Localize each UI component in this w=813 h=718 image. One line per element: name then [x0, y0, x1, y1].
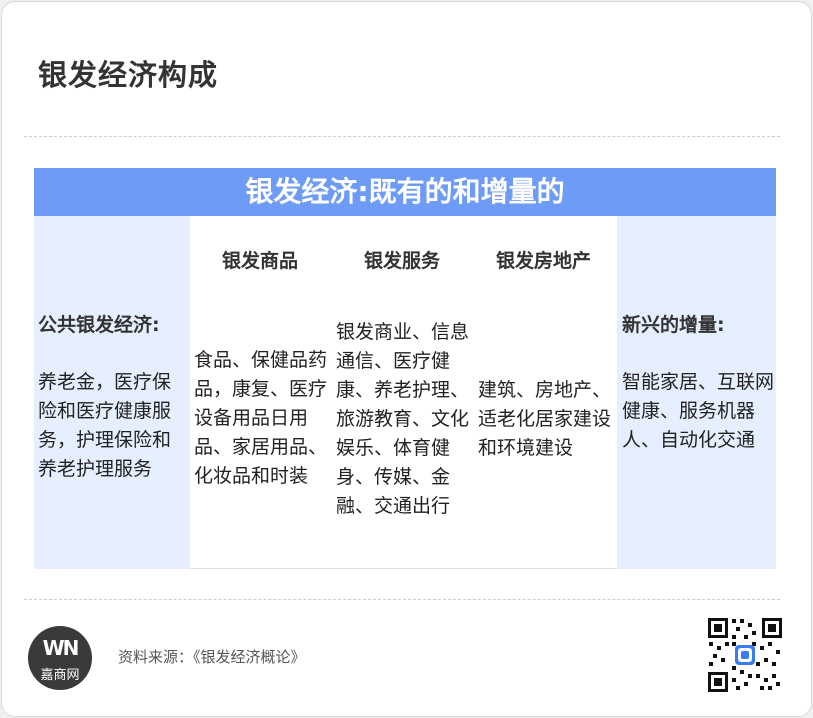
column-heading: 公共银发经济:: [38, 314, 160, 336]
top-divider: [24, 136, 780, 137]
bottom-divider: [24, 599, 780, 600]
column-body: 银发商业、信息通信、医疗健康、养老护理、旅游教育、文化娱乐、体育健身、传媒、金融…: [336, 321, 470, 517]
logo-text: 嘉商网: [40, 668, 80, 683]
column-body: 养老金，医疗保险和医疗健康服务，护理保险和养老护理服务: [38, 371, 172, 480]
page-title: 银发经济构成: [38, 58, 219, 92]
column-body: 建筑、房地产、适老化居家建设和环境建设: [478, 379, 612, 459]
column-heading: 银发商品: [222, 250, 299, 272]
column-heading: 新兴的增量:: [622, 314, 725, 336]
column-silver-real-estate: 银发房地产 建筑、房地产、适老化居家建设和环境建设: [474, 216, 617, 569]
logo-mark: WN: [42, 636, 80, 660]
column-heading: 银发服务: [364, 250, 441, 272]
source-citation: 资料来源：《银发经济概论》: [118, 648, 306, 666]
table-banner: 银发经济:既有的和增量的: [34, 168, 776, 216]
column-public-silver-economy: 公共银发经济: 养老金，医疗保险和医疗健康服务，护理保险和养老护理服务: [34, 216, 190, 569]
column-body: 食品、保健品药品，康复、医疗设备用品日用品、家居用品、化妆品和时装: [194, 349, 328, 487]
column-emerging-increment: 新兴的增量: 智能家居、互联网健康、服务机器人、自动化交通: [617, 216, 776, 569]
column-silver-goods: 银发商品 食品、保健品药品，康复、医疗设备用品日用品、家居用品、化妆品和时装: [190, 216, 332, 569]
column-heading: 银发房地产: [496, 250, 592, 272]
qr-code-icon: [707, 617, 783, 693]
column-silver-services: 银发服务 银发商业、信息通信、医疗健康、养老护理、旅游教育、文化娱乐、体育健身、…: [332, 216, 474, 569]
column-body: 智能家居、互联网健康、服务机器人、自动化交通: [622, 371, 775, 451]
brand-logo: WN 嘉商网: [28, 626, 92, 690]
infographic-card: 银发经济构成 银发经济:既有的和增量的 公共银发经济: 养老金，医疗保险和医疗健…: [1, 1, 812, 717]
